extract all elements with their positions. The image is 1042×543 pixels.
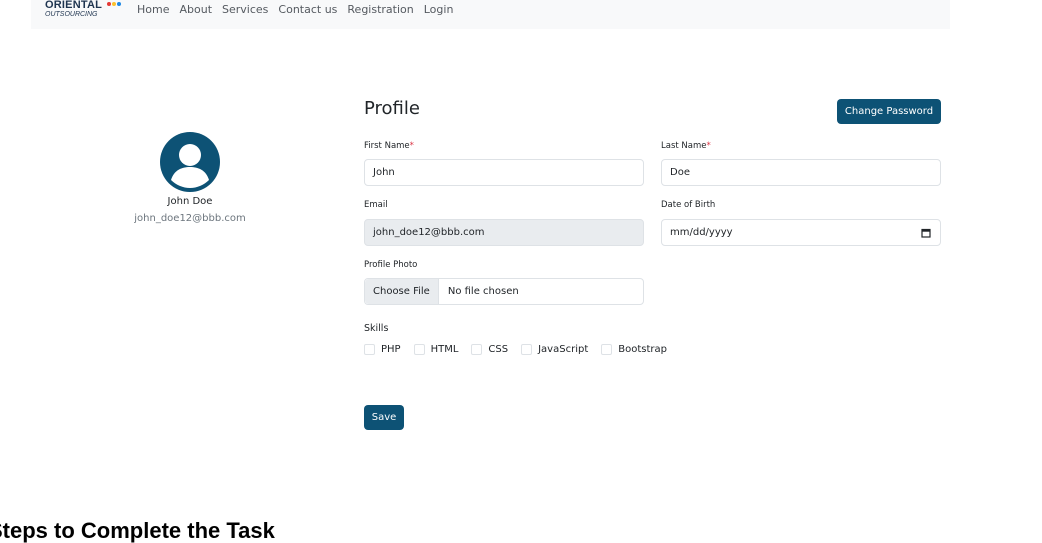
dob-input[interactable]: mm/dd/yyyy [661, 219, 941, 246]
photo-label: Profile Photo [364, 260, 418, 270]
choose-file-button[interactable]: Choose File [365, 279, 439, 304]
skill-html-checkbox[interactable] [413, 344, 425, 355]
dob-placeholder: mm/dd/yyyy [670, 227, 733, 238]
skill-php-checkbox[interactable] [364, 344, 375, 355]
page-title: Profile [364, 98, 420, 119]
brand-logo[interactable]: ORIENTAL OUTSOURCING [45, 0, 125, 24]
skill-bootstrap-label: Bootstrap [618, 344, 667, 355]
skill-html-label: HTML [430, 344, 459, 355]
skill-javascript-label: JavaScript [538, 344, 589, 355]
skills-group: PHP HTML CSS JavaScript Bootstrap [364, 344, 680, 355]
skill-bootstrap[interactable]: Bootstrap [601, 344, 667, 355]
skill-html[interactable]: HTML [413, 344, 459, 355]
skill-css-checkbox[interactable] [471, 344, 483, 355]
nav-link-contact[interactable]: Contact us [278, 3, 337, 17]
logo-dots [107, 2, 122, 7]
task-steps-heading: Steps to Complete the Task [0, 518, 275, 543]
email-label: Email [364, 200, 388, 210]
user-name: John Doe [167, 196, 213, 207]
skill-bootstrap-checkbox[interactable] [601, 344, 613, 355]
save-button[interactable]: Save [364, 405, 404, 430]
change-password-button[interactable]: Change Password [837, 99, 941, 124]
skill-php-label: PHP [381, 344, 401, 355]
first-name-input[interactable]: John [364, 159, 644, 186]
profile-photo-input[interactable]: Choose File No file chosen [364, 278, 644, 305]
user-circle-icon [160, 132, 220, 192]
nav-link-registration[interactable]: Registration [347, 3, 413, 17]
first-name-label-text: First Name [364, 141, 410, 151]
logo-dot-yellow [112, 2, 116, 6]
user-email: john_doe12@bbb.com [134, 213, 246, 224]
last-name-input[interactable]: Doe [661, 159, 941, 186]
nav-links: Home About Services Contact us Registrat… [137, 3, 463, 17]
last-name-label-text: Last Name [661, 141, 707, 151]
file-status-text: No file chosen [447, 286, 519, 297]
skill-javascript[interactable]: JavaScript [521, 344, 588, 355]
logo-top-text: ORIENTAL [45, 0, 103, 11]
calendar-icon[interactable] [921, 228, 931, 238]
nav-link-services[interactable]: Services [222, 3, 268, 17]
skill-css[interactable]: CSS [471, 344, 508, 355]
skill-javascript-checkbox[interactable] [521, 344, 533, 355]
skills-label: Skills [364, 323, 389, 334]
nav-link-login[interactable]: Login [424, 3, 454, 17]
logo-bottom-text: OUTSOURCING [45, 11, 98, 18]
dob-label: Date of Birth [661, 200, 716, 210]
logo-dot-red [107, 2, 111, 6]
logo-dot-blue [117, 2, 121, 6]
skill-css-label: CSS [488, 344, 509, 355]
navbar: ORIENTAL OUTSOURCING Home About Services… [31, 0, 950, 29]
email-field: john_doe12@bbb.com [364, 219, 644, 246]
nav-link-home[interactable]: Home [137, 3, 169, 17]
last-name-label: Last Name* [661, 141, 711, 151]
required-mark: * [706, 141, 711, 151]
skill-php[interactable]: PHP [364, 344, 401, 355]
nav-link-about[interactable]: About [179, 3, 212, 17]
required-mark: * [409, 141, 414, 151]
first-name-label: First Name* [364, 141, 414, 151]
